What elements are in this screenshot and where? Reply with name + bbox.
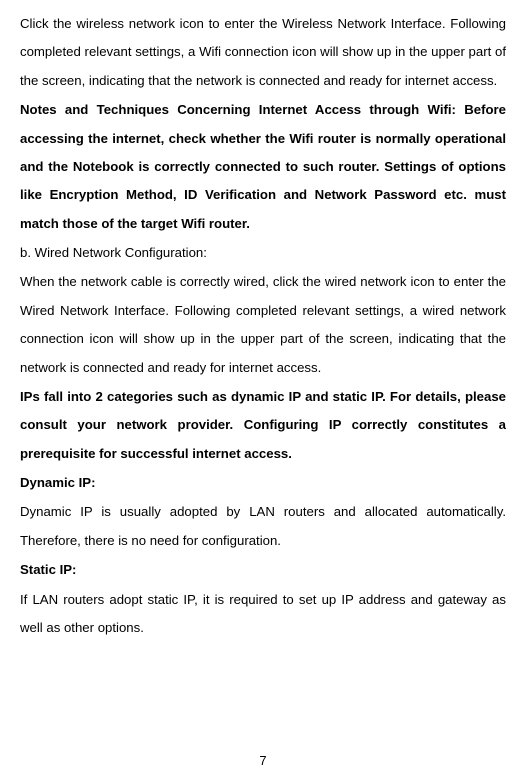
- paragraph-wired-config: When the network cable is correctly wire…: [20, 268, 506, 382]
- page-number: 7: [0, 753, 526, 768]
- heading-static-ip: Static IP:: [20, 556, 506, 584]
- heading-dynamic-ip: Dynamic IP:: [20, 469, 506, 497]
- document-body: Click the wireless network icon to enter…: [20, 10, 506, 642]
- paragraph-ip-categories: IPs fall into 2 categories such as dynam…: [20, 383, 506, 468]
- paragraph-wired-heading: b. Wired Network Configuration:: [20, 239, 506, 267]
- paragraph-dynamic-ip: Dynamic IP is usually adopted by LAN rou…: [20, 498, 506, 555]
- paragraph-static-ip: If LAN routers adopt static IP, it is re…: [20, 586, 506, 643]
- paragraph-wifi-notes: Notes and Techniques Concerning Internet…: [20, 96, 506, 238]
- paragraph-wireless-intro: Click the wireless network icon to enter…: [20, 10, 506, 95]
